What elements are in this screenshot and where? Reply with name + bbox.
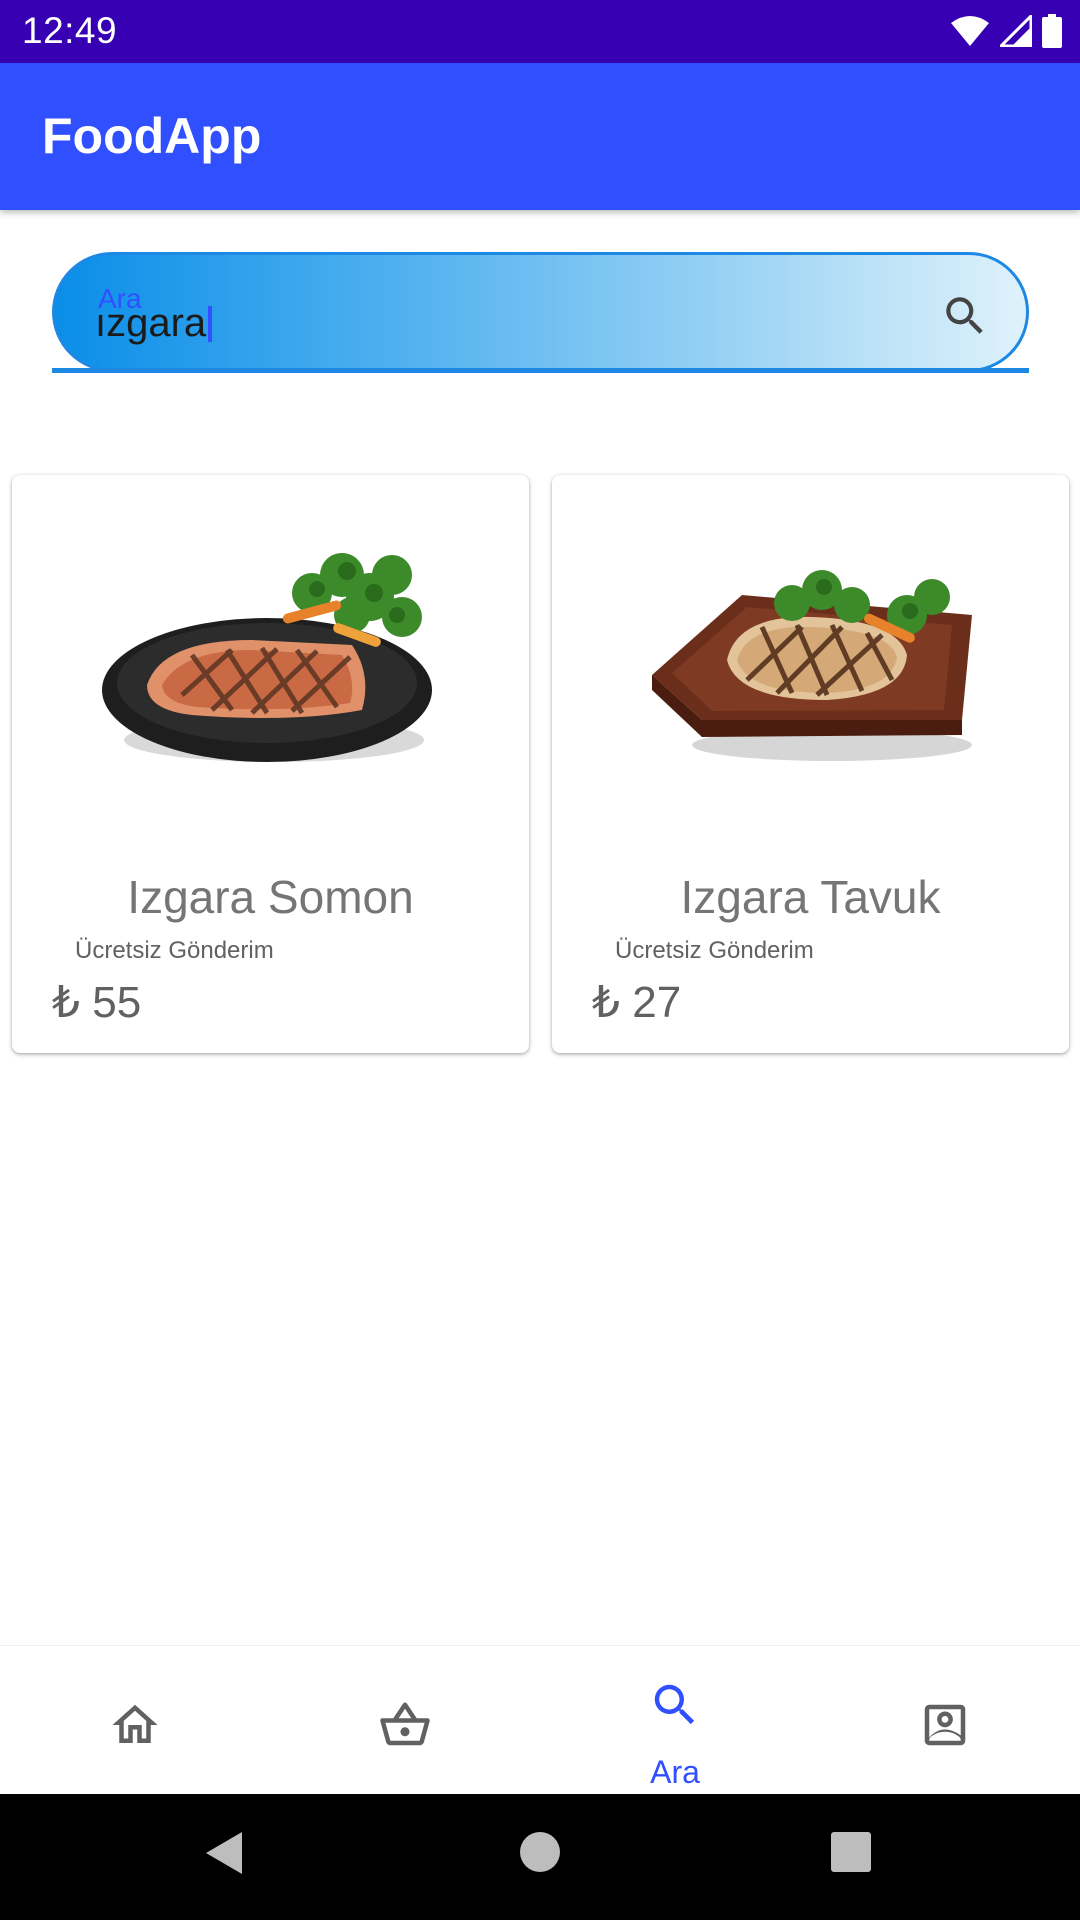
product-name: Izgara Tavuk	[680, 871, 941, 923]
app-title: FoodApp	[42, 108, 262, 164]
search-icon	[654, 1684, 695, 1725]
nav-item-account[interactable]	[810, 1646, 1080, 1795]
status-time: 12:49	[22, 10, 118, 51]
system-navigation-bar	[0, 1794, 1080, 1920]
search-icon[interactable]	[940, 291, 990, 341]
home-button-icon[interactable]	[520, 1832, 560, 1872]
nav-item-basket[interactable]	[270, 1646, 540, 1795]
back-icon[interactable]	[204, 1830, 244, 1876]
home-icon	[112, 1704, 158, 1743]
nav-item-label: Ara	[650, 1754, 700, 1790]
text-caret	[208, 306, 213, 342]
wifi-icon	[951, 16, 989, 46]
product-name: Izgara Somon	[127, 871, 414, 923]
product-price: ₺ 55	[52, 978, 142, 1027]
battery-icon	[1042, 14, 1062, 48]
product-card[interactable]: Izgara Tavuk Ücretsiz Gönderim ₺ 27	[552, 475, 1069, 1053]
search-input[interactable]: Ara ızgara	[52, 252, 1029, 372]
search-underline	[52, 368, 1029, 373]
signal-icon	[1000, 15, 1032, 47]
nav-item-search[interactable]: Ara	[540, 1646, 810, 1795]
product-card[interactable]: Izgara Somon Ücretsiz Gönderim ₺ 55	[12, 475, 529, 1053]
bottom-navigation: Ara	[0, 1645, 1080, 1794]
recent-apps-icon[interactable]	[831, 1832, 871, 1872]
nav-item-home[interactable]	[0, 1646, 270, 1795]
product-shipping: Ücretsiz Gönderim	[615, 937, 814, 964]
search-container: Ara ızgara	[52, 252, 1029, 373]
app-bar: FoodApp	[0, 63, 1080, 210]
product-shipping: Ücretsiz Gönderim	[75, 937, 274, 964]
status-icons	[950, 14, 1062, 48]
account-box-icon	[924, 1704, 966, 1746]
grilled-salmon-image	[102, 553, 432, 762]
product-price: ₺ 27	[592, 978, 682, 1027]
grilled-chicken-image	[652, 570, 972, 761]
search-value: ızgara	[95, 301, 213, 346]
status-bar: 12:49	[0, 0, 1080, 63]
basket-icon	[380, 1702, 430, 1746]
